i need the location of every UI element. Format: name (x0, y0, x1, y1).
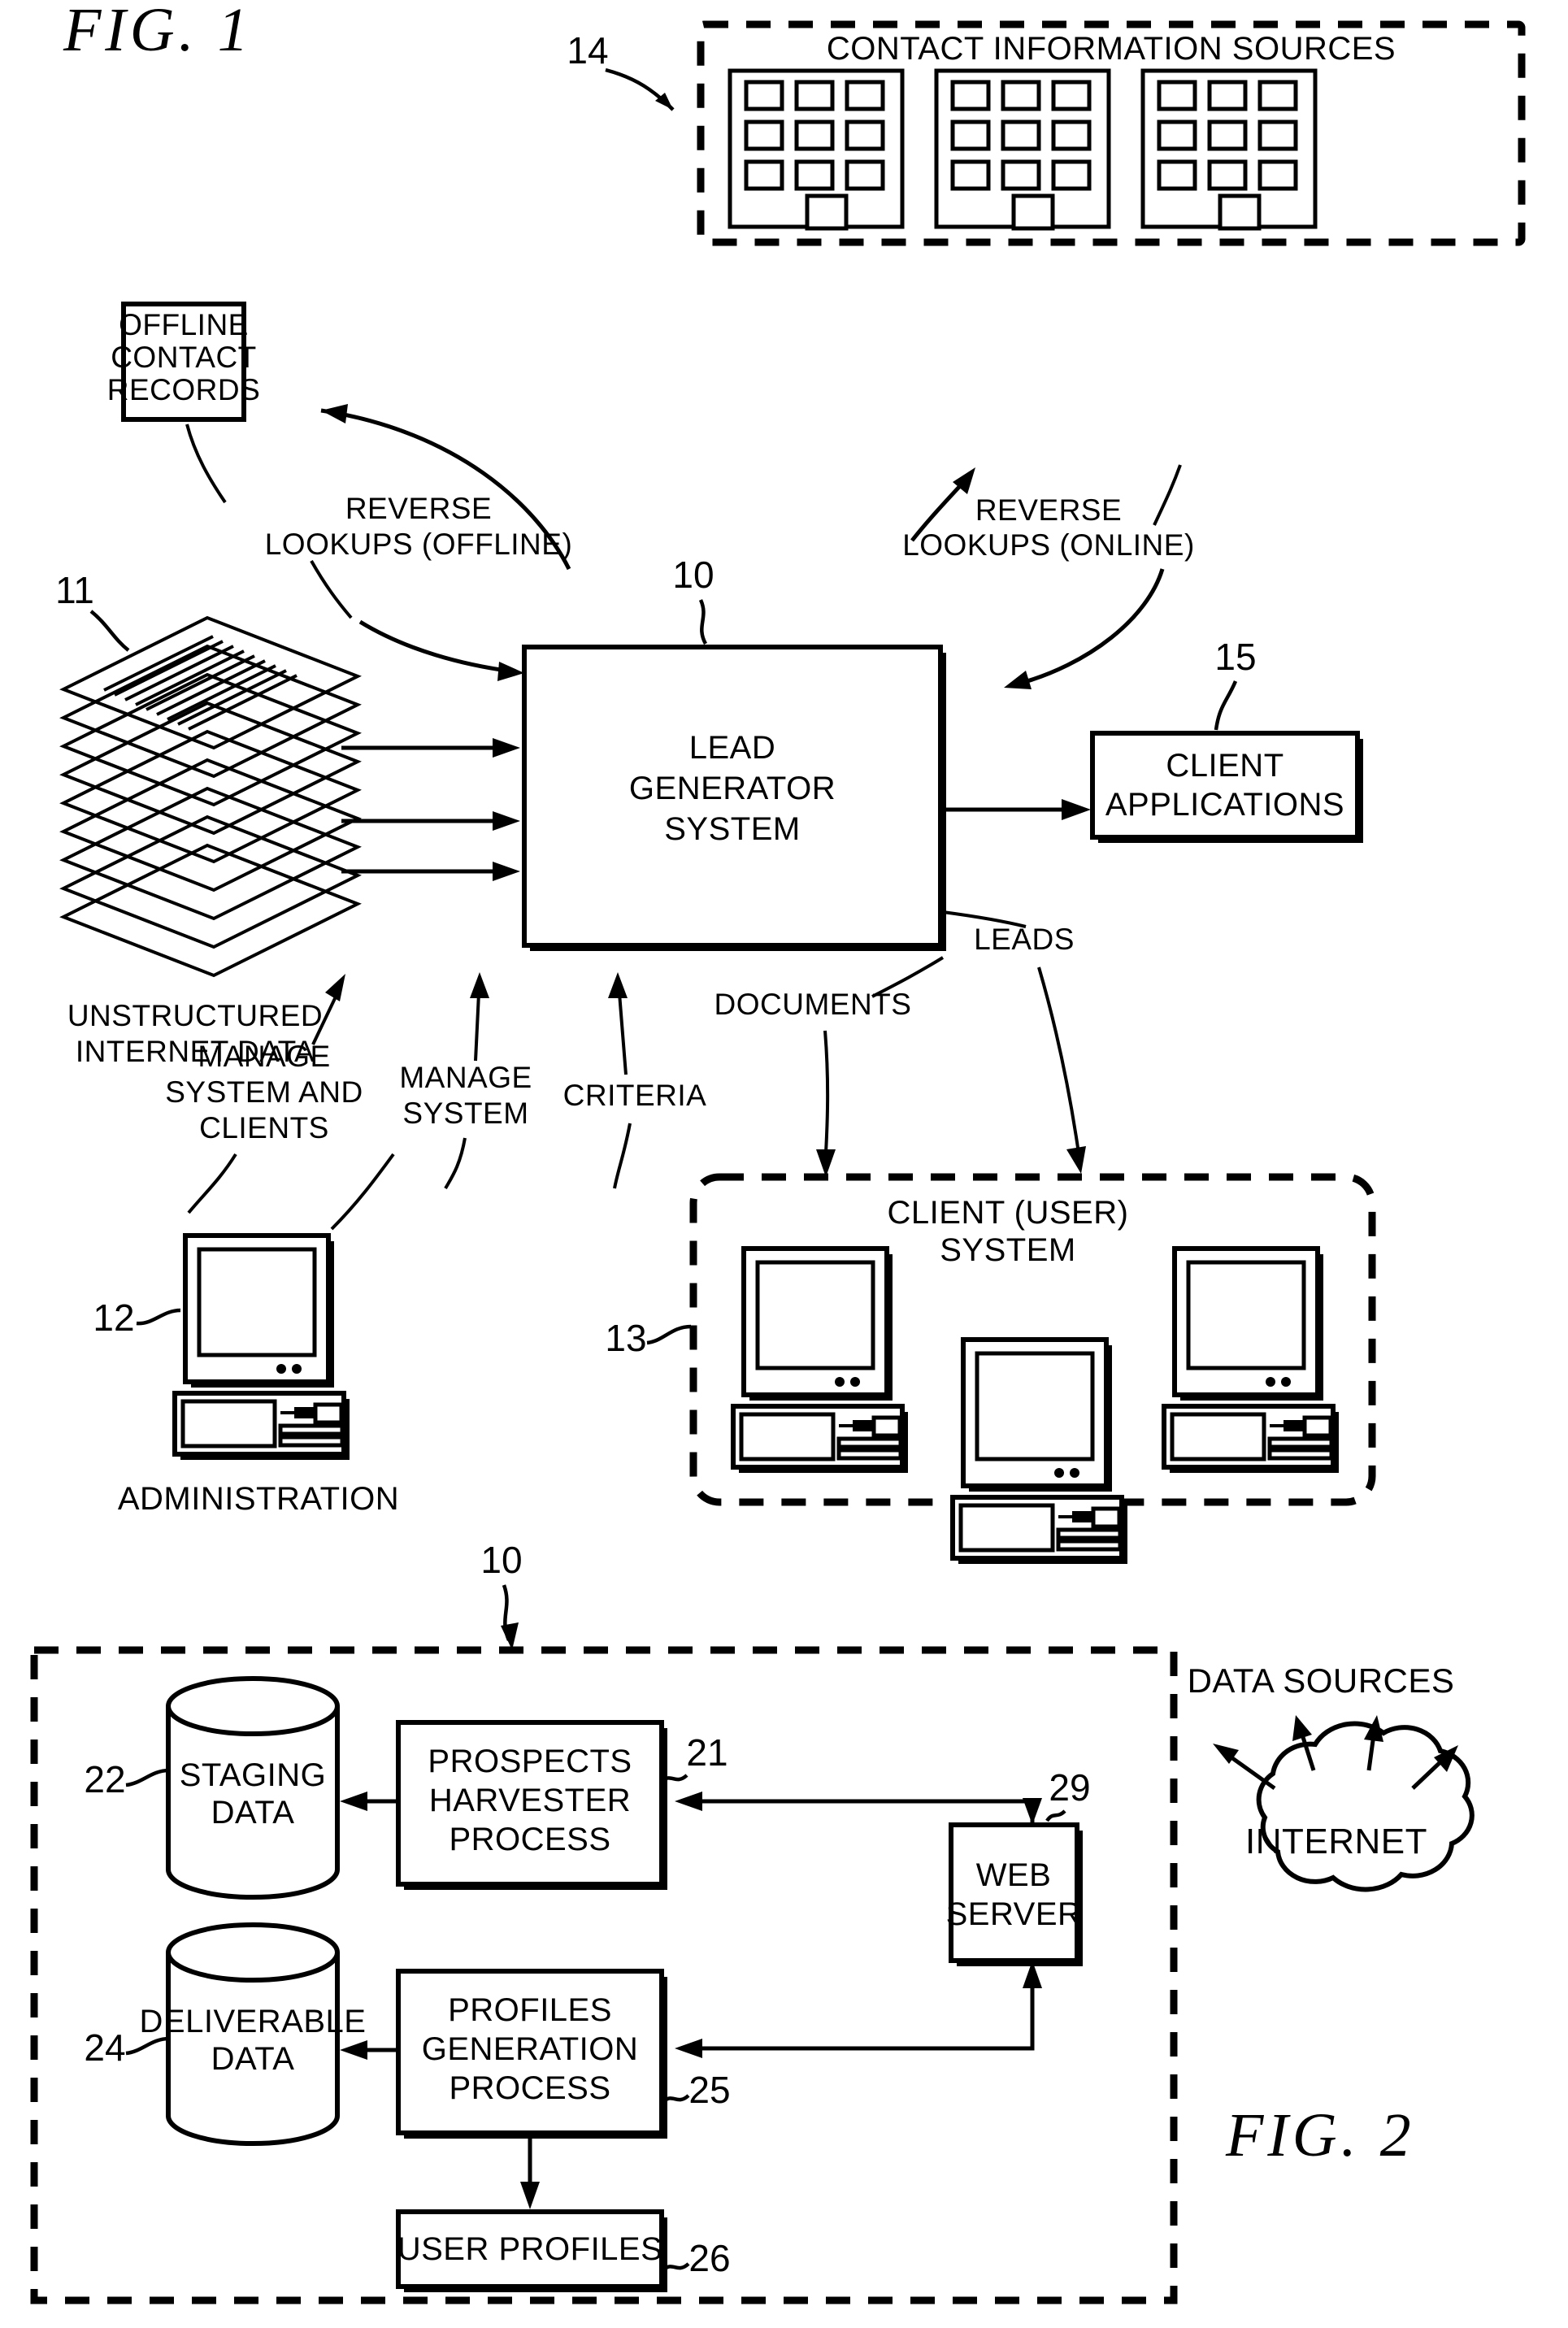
web-server-box: WEB SERVER 29 (675, 1766, 1091, 2058)
criteria-label: CRITERIA (563, 1079, 707, 1112)
ref-10-fig2: 10 (480, 1539, 522, 1581)
data-feed-arrows (341, 738, 520, 881)
profiles-generation-line-2: GENERATION (422, 2031, 639, 2067)
lead-generator-line-2: GENERATOR (629, 771, 836, 806)
manage-system-clients-line-3: CLIENTS (199, 1111, 329, 1144)
ref-12: 12 (93, 1296, 134, 1339)
ref-14: 14 (567, 29, 608, 72)
reverse-lookups-offline-group: REVERSE LOOKUPS (OFFLINE) (185, 404, 573, 681)
document-sheet-stack (59, 615, 362, 978)
manage-system-clients-line-2: SYSTEM AND (165, 1075, 363, 1109)
prospects-harvester-line-1: PROSPECTS (428, 1744, 632, 1779)
contact-information-sources-group: CONTACT INFORMATION SOURCES 14 (567, 20, 1526, 246)
reverse-online-line-2: LOOKUPS (ONLINE) (902, 528, 1195, 562)
unstructured-internet-data-stack: 11 UNSTRUCTURED INTERNET DATA (55, 569, 362, 1068)
cloud-shape (1256, 1721, 1475, 1892)
web-server-line-1: WEB (976, 1857, 1052, 1893)
ref-15: 15 (1214, 636, 1256, 678)
prospects-harvester-line-3: PROCESS (449, 1822, 610, 1857)
fig1-title: FIG. 1 (63, 0, 253, 64)
administration-label: ADMINISTRATION (118, 1481, 399, 1517)
manage-system-line-1: MANAGE (399, 1061, 532, 1094)
profiles-generation-line-1: PROFILES (448, 1992, 612, 2028)
ref-10-fig1: 10 (672, 554, 714, 596)
offline-records-line-2: CONTACT (111, 341, 257, 374)
prospects-harvester-line-2: HARVESTER (429, 1783, 631, 1818)
fig2-title: FIG. 2 (1225, 2101, 1415, 2169)
offline-contact-records-box: OFFLINE CONTACT RECORDS (107, 302, 261, 422)
ref-13: 13 (605, 1317, 646, 1359)
offline-records-line-1: OFFLINE (119, 308, 249, 341)
profiles-generation-line-3: PROCESS (449, 2070, 610, 2106)
computer-icon-client-2 (950, 1337, 1127, 1564)
building-icon-3 (1140, 68, 1318, 231)
reverse-offline-line-1: REVERSE (345, 492, 492, 525)
manage-system-line-2: SYSTEM (402, 1097, 528, 1130)
administration-computer-group: 12 ADMINISTRATION (93, 1153, 399, 1517)
lgs-bottom-edge-labels: MANAGE SYSTEM AND CLIENTS MANAGE SYSTEM … (165, 910, 1086, 1214)
client-applications-line-1: CLIENT (1166, 748, 1284, 784)
lead-generator-line-1: LEAD (689, 730, 776, 766)
staging-data-line-2: DATA (211, 1795, 295, 1831)
deliverable-data-line-1: DELIVERABLE (140, 2004, 367, 2039)
web-server-line-2: SERVER (946, 1896, 1082, 1932)
ref-25: 25 (688, 2069, 730, 2111)
user-profiles-label: USER PROFILES (397, 2231, 663, 2267)
client-applications-box: CLIENT APPLICATIONS 15 (940, 636, 1363, 843)
building-icon-2 (934, 68, 1111, 231)
ref-29: 29 (1049, 1766, 1090, 1809)
data-sources-caption: DATA SOURCES (1188, 1661, 1455, 1700)
ref-24: 24 (84, 2026, 125, 2069)
staging-data-cylinder: STAGING DATA 22 (84, 1676, 340, 1900)
computer-icon-administration (172, 1233, 350, 1460)
internet-cloud-group: DATA SOURCES INTERNET (1188, 1661, 1475, 1892)
reverse-offline-line-2: LOOKUPS (OFFLINE) (265, 528, 573, 561)
offline-records-line-3: RECORDS (107, 373, 261, 406)
ref-21: 21 (686, 1731, 728, 1774)
patent-drawing-sheet: FIG. 1 CONTACT INFORMATION SOURCES 14 OF… (0, 0, 1568, 2328)
lead-generator-system-box: LEAD GENERATOR SYSTEM 10 (522, 554, 946, 951)
client-applications-line-2: APPLICATIONS (1105, 787, 1344, 823)
profiles-generation-process-box: PROFILES GENERATION PROCESS 25 (340, 1969, 731, 2209)
unstructured-data-line-1: UNSTRUCTURED (67, 999, 323, 1032)
reverse-online-line-1: REVERSE (975, 493, 1122, 527)
ref-11: 11 (55, 569, 94, 611)
client-system-line-1: CLIENT (USER) (888, 1195, 1129, 1231)
reverse-lookups-online-group: REVERSE LOOKUPS (ONLINE) (902, 464, 1195, 689)
deliverable-data-cylinder: DELIVERABLE DATA 24 (84, 1922, 367, 2146)
contact-sources-label: CONTACT INFORMATION SOURCES (827, 31, 1396, 67)
client-user-system-group: CLIENT (USER) SYSTEM 13 (605, 1173, 1376, 1564)
ref-26: 26 (688, 2237, 730, 2279)
computer-icon-client-3 (1162, 1246, 1339, 1473)
deliverable-data-line-2: DATA (211, 2041, 295, 2077)
prospects-harvester-process-box: PROSPECTS HARVESTER PROCESS 21 (340, 1720, 728, 1890)
manage-system-clients-line-1: MANAGE (198, 1040, 330, 1073)
figure-1: FIG. 1 CONTACT INFORMATION SOURCES 14 OF… (55, 0, 1526, 1564)
lead-generator-line-3: SYSTEM (664, 811, 800, 847)
user-profiles-box: USER PROFILES 26 (396, 2209, 731, 2292)
internet-label: INTERNET (1245, 1822, 1427, 1861)
computer-icon-client-1 (731, 1246, 908, 1473)
building-icon-1 (728, 68, 905, 231)
figure-2: FIG. 2 10 STAGING DATA 22 PROSPECTS HARV… (30, 1539, 1475, 2304)
ref-22: 22 (84, 1758, 125, 1800)
client-system-line-2: SYSTEM (940, 1232, 1075, 1268)
staging-data-line-1: STAGING (180, 1757, 327, 1793)
